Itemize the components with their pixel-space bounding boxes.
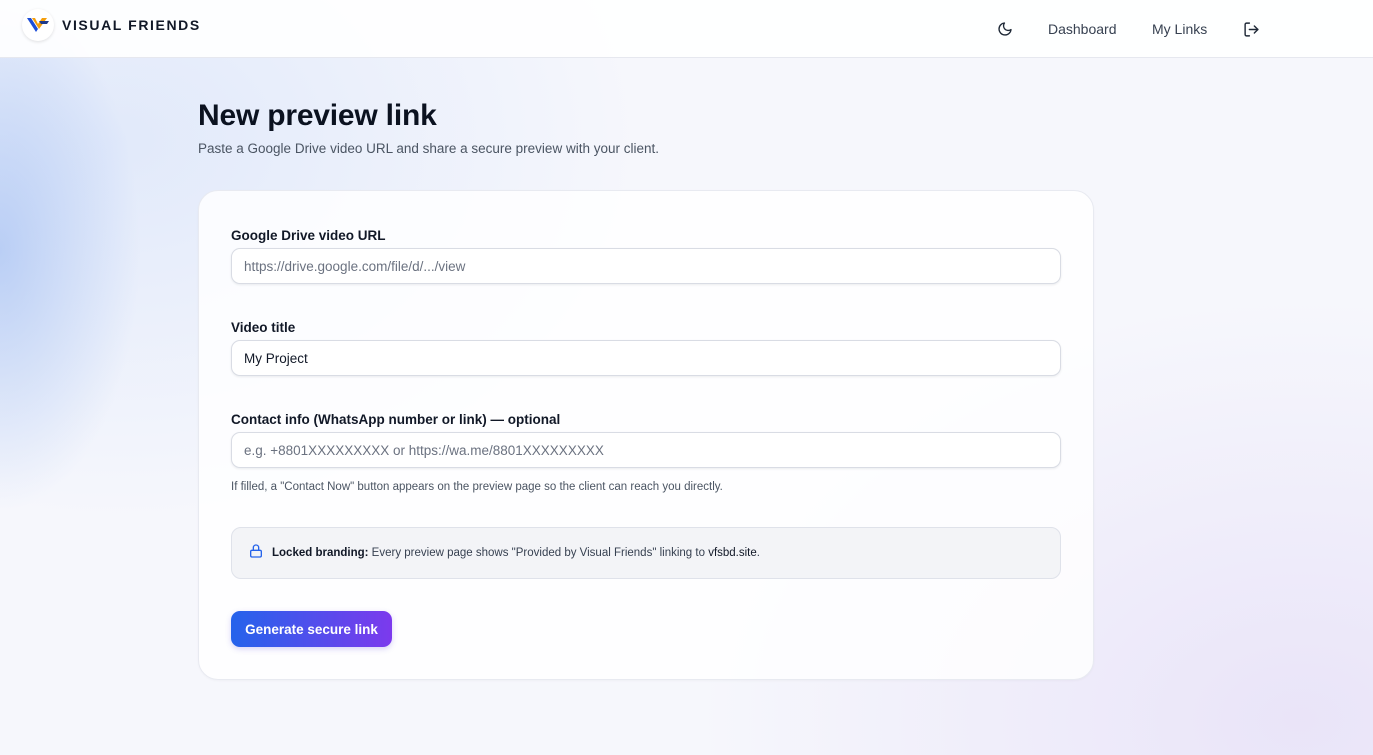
branding-notice-body: Every preview page shows "Provided by Vi… bbox=[368, 547, 709, 559]
generate-link-button[interactable]: Generate secure link bbox=[231, 611, 392, 647]
video-title-input[interactable] bbox=[231, 340, 1061, 376]
brand-name: VISUAL FRIENDS bbox=[62, 17, 201, 33]
contact-label: Contact info (WhatsApp number or link) —… bbox=[231, 412, 561, 427]
moon-icon[interactable] bbox=[994, 18, 1016, 40]
vf-logo-icon bbox=[22, 9, 54, 41]
nav-dashboard-wrap: Dashboard bbox=[1048, 0, 1117, 58]
page-subtitle: Paste a Google Drive video URL and share… bbox=[198, 141, 659, 156]
page-title: New preview link bbox=[198, 99, 437, 132]
drive-url-input[interactable] bbox=[231, 248, 1061, 284]
branding-notice-strong: Locked branding: bbox=[272, 547, 369, 559]
theme-toggle-wrap bbox=[994, 0, 1016, 58]
drive-url-label: Google Drive video URL bbox=[231, 228, 386, 243]
contact-hint: If filled, a "Contact Now" button appear… bbox=[231, 481, 723, 493]
contact-input[interactable] bbox=[231, 432, 1061, 468]
logout-wrap bbox=[1240, 0, 1262, 58]
logout-icon[interactable] bbox=[1240, 18, 1262, 40]
branding-notice-text: Locked branding: Every preview page show… bbox=[272, 547, 760, 559]
nav-my-links[interactable]: My Links bbox=[1152, 21, 1207, 37]
nav-dashboard[interactable]: Dashboard bbox=[1048, 21, 1117, 37]
branding-site: vfsbd.site bbox=[708, 547, 757, 559]
branding-notice: Locked branding: Every preview page show… bbox=[231, 527, 1061, 579]
new-link-form: Google Drive video URL Video title Conta… bbox=[198, 190, 1094, 680]
lock-icon bbox=[248, 543, 264, 564]
video-title-label: Video title bbox=[231, 320, 296, 335]
top-bar: VISUAL FRIENDS Dashboard My Links bbox=[0, 0, 1373, 58]
brand[interactable]: VISUAL FRIENDS bbox=[22, 9, 201, 41]
branding-notice-end: . bbox=[756, 547, 760, 559]
nav-my-links-wrap: My Links bbox=[1152, 0, 1207, 58]
